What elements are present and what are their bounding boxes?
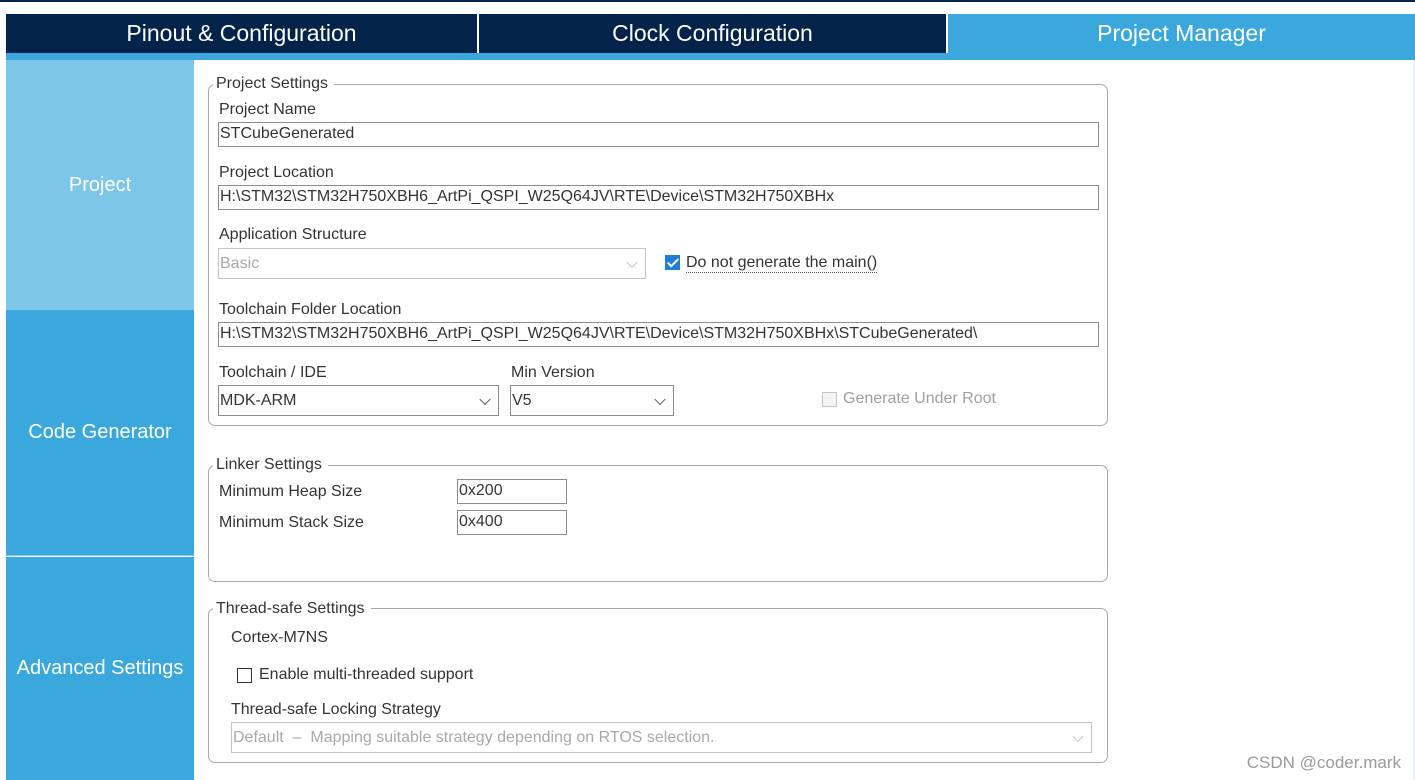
chevron-down-icon (626, 256, 638, 268)
application-structure-select[interactable]: Basic (218, 248, 646, 279)
min-stack-size-label: Minimum Stack Size (219, 514, 364, 531)
sidebar-item-advanced-settings[interactable]: Advanced Settings (6, 557, 194, 780)
tab-underline-band (6, 53, 1415, 60)
locking-strategy-value: Default – Mapping suitable strategy depe… (233, 728, 715, 746)
application-structure-value: Basic (220, 254, 260, 272)
sidebar: Project Code Generator Advanced Settings (6, 60, 194, 780)
tab-label: Project Manager (1097, 20, 1266, 46)
locking-strategy-label: Thread-safe Locking Strategy (231, 701, 441, 718)
thread-safe-settings-title: Thread-safe Settings (213, 600, 371, 618)
do-not-generate-main-label: Do not generate the main() (686, 254, 878, 273)
main-tab-bar: Pinout & Configuration Clock Configurati… (6, 14, 1415, 53)
do-not-generate-main-checkbox[interactable] (665, 255, 680, 270)
min-stack-size-input[interactable]: 0x400 (457, 510, 567, 535)
sidebar-item-label: Advanced Settings (16, 657, 184, 679)
min-heap-size-input[interactable]: 0x200 (457, 479, 567, 504)
enable-multithreaded-label: Enable multi-threaded support (259, 666, 474, 683)
tab-label: Clock Configuration (612, 20, 813, 46)
tab-clock-configuration[interactable]: Clock Configuration (477, 14, 946, 53)
project-settings-title: Project Settings (213, 75, 335, 93)
window-top-strip (0, 0, 1415, 14)
toolchain-ide-select[interactable]: MDK-ARM (218, 385, 499, 416)
toolchain-ide-value: MDK-ARM (220, 391, 297, 409)
do-not-generate-main-text: Do not generate the main() (686, 254, 878, 273)
min-version-value: V5 (512, 391, 532, 409)
min-version-select[interactable]: V5 (510, 385, 674, 416)
min-heap-size-label: Minimum Heap Size (219, 483, 363, 500)
toolchain-folder-input[interactable]: H:\STM32\STM32H750XBH6_ArtPi_QSPI_W25Q64… (218, 322, 1099, 347)
chevron-down-icon (479, 393, 491, 405)
project-location-label: Project Location (219, 164, 334, 181)
watermark-text: CSDN @coder.mark (1246, 753, 1401, 772)
top-divider (0, 0, 1415, 2)
core-name-label: Cortex-M7NS (231, 629, 328, 646)
sidebar-item-label: Project (68, 173, 132, 196)
min-version-label: Min Version (511, 364, 595, 381)
linker-settings-title: Linker Settings (213, 456, 328, 474)
enable-multithreaded-checkbox[interactable] (237, 668, 252, 683)
generate-under-root-checkbox[interactable] (822, 392, 837, 407)
toolchain-ide-label: Toolchain / IDE (219, 364, 327, 381)
chevron-down-icon (1072, 730, 1084, 742)
generate-under-root-label: Generate Under Root (843, 390, 996, 407)
sidebar-item-project[interactable]: Project (6, 60, 194, 310)
locking-strategy-select[interactable]: Default – Mapping suitable strategy depe… (231, 722, 1092, 753)
project-name-label: Project Name (219, 101, 316, 118)
tab-project-manager[interactable]: Project Manager (946, 14, 1415, 53)
chevron-down-icon (654, 393, 666, 405)
toolchain-folder-label: Toolchain Folder Location (219, 301, 402, 318)
application-structure-label: Application Structure (219, 226, 367, 243)
tab-pinout-configuration[interactable]: Pinout & Configuration (6, 14, 477, 53)
sidebar-item-label: Code Generator (28, 421, 172, 443)
project-name-input[interactable]: STCubeGenerated (218, 122, 1099, 147)
project-location-input[interactable]: H:\STM32\STM32H750XBH6_ArtPi_QSPI_W25Q64… (218, 185, 1099, 210)
sidebar-item-code-generator[interactable]: Code Generator (6, 310, 194, 556)
tab-label: Pinout & Configuration (126, 20, 357, 46)
